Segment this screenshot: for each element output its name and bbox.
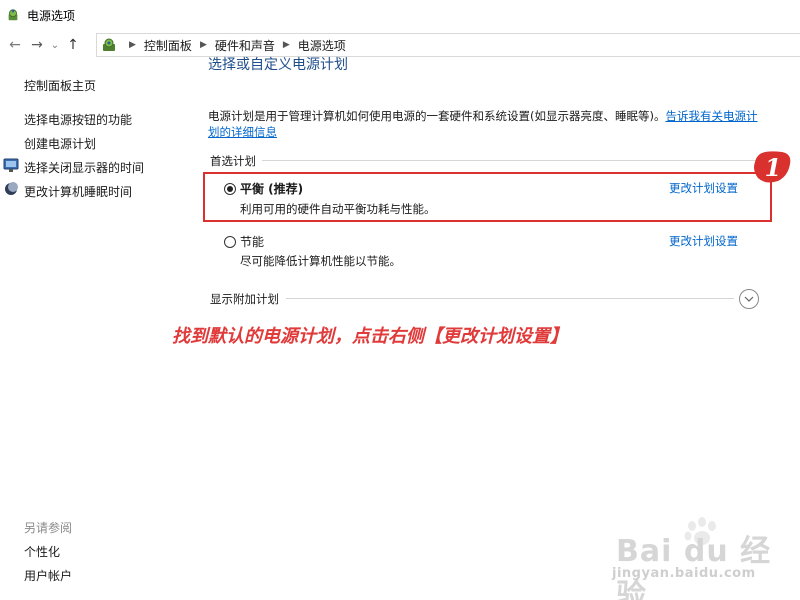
radio-power-saver[interactable] bbox=[224, 235, 236, 248]
group-divider bbox=[262, 160, 758, 161]
back-button[interactable]: ← bbox=[4, 34, 26, 56]
additional-plans-label: 显示附加计划 bbox=[210, 292, 279, 306]
plan-balanced[interactable]: 平衡 (推荐) bbox=[224, 180, 303, 197]
watermark-brand: Bai du 经验 bbox=[616, 534, 772, 600]
address-bar[interactable]: ▶ 控制面板 ▶ 硬件和声音 ▶ 电源选项 bbox=[96, 33, 800, 57]
plan-balanced-name: 平衡 (推荐) bbox=[240, 182, 304, 196]
power-options-icon bbox=[8, 9, 18, 21]
instruction-annotation: 找到默认的电源计划，点击右侧【更改计划设置】 bbox=[172, 326, 568, 347]
expand-chevron-icon bbox=[744, 296, 754, 302]
breadcrumb-separator-icon: ▶ bbox=[199, 40, 207, 50]
chevron-down-icon: ⌄ bbox=[50, 39, 60, 51]
sidebar-item-personalization[interactable]: 个性化 bbox=[24, 543, 60, 560]
breadcrumb-control-panel[interactable]: 控制面板 bbox=[144, 37, 192, 54]
breadcrumb-hardware-sound[interactable]: 硬件和声音 bbox=[215, 37, 275, 54]
see-also-heading: 另请参阅 bbox=[24, 521, 73, 535]
navigation-bar: ← → ⌄ ↑ ▶ 控制面板 ▶ 硬件和声音 ▶ 电源选项 bbox=[0, 31, 800, 59]
recent-locations-button[interactable]: ⌄ bbox=[48, 34, 62, 56]
sidebar-item-display-off[interactable]: 选择关闭显示器的时间 bbox=[24, 159, 144, 176]
back-arrow-icon: ← bbox=[9, 37, 21, 53]
control-panel-icon bbox=[103, 38, 115, 51]
page-description: 电源计划是用于管理计算机如何使用电源的一套硬件和系统设置(如显示器亮度、睡眠等)… bbox=[208, 108, 758, 140]
sidebar-item-create-plan[interactable]: 创建电源计划 bbox=[24, 135, 96, 152]
expand-additional-plans-button[interactable] bbox=[739, 289, 759, 309]
up-button[interactable]: ↑ bbox=[62, 34, 84, 56]
plan-power-saver-description: 尽可能降低计算机性能以节能。 bbox=[240, 254, 401, 268]
watermark-url: jingyan.baidu.com bbox=[612, 566, 756, 581]
plan-balanced-description: 利用可用的硬件自动平衡功耗与性能。 bbox=[240, 202, 436, 216]
description-text: 电源计划是用于管理计算机如何使用电源的一套硬件和系统设置(如显示器亮度、睡眠等)… bbox=[208, 109, 666, 123]
badge-number: 1 bbox=[764, 152, 782, 182]
forward-arrow-icon: → bbox=[31, 37, 43, 53]
breadcrumb-separator-icon: ▶ bbox=[129, 40, 136, 50]
breadcrumb-power-options[interactable]: 电源选项 bbox=[298, 37, 346, 54]
window-title: 电源选项 bbox=[27, 8, 76, 23]
page-title: 选择或自定义电源计划 bbox=[208, 57, 348, 73]
sidebar-item-power-buttons[interactable]: 选择电源按钮的功能 bbox=[24, 111, 132, 128]
change-plan-settings-balanced-link[interactable]: 更改计划设置 bbox=[669, 180, 738, 196]
up-arrow-icon: ↑ bbox=[67, 37, 79, 53]
preferred-plans-label: 首选计划 bbox=[210, 154, 256, 168]
breadcrumb-separator-icon: ▶ bbox=[282, 40, 290, 50]
display-icon bbox=[3, 158, 19, 172]
sidebar: 控制面板主页 选择电源按钮的功能 创建电源计划 选择关闭显示器的时间 更改计算机… bbox=[0, 60, 190, 600]
plan-power-saver[interactable]: 节能 bbox=[224, 233, 264, 250]
change-plan-settings-power-saver-link[interactable]: 更改计划设置 bbox=[669, 233, 738, 249]
sidebar-control-panel-home[interactable]: 控制面板主页 bbox=[24, 77, 96, 94]
plan-power-saver-name: 节能 bbox=[240, 235, 265, 249]
moon-icon bbox=[5, 182, 18, 195]
additional-plans-heading[interactable]: 显示附加计划 bbox=[210, 291, 279, 307]
sidebar-item-user-accounts[interactable]: 用户帐户 bbox=[24, 567, 72, 584]
sidebar-item-sleep-time[interactable]: 更改计算机睡眠时间 bbox=[24, 183, 132, 200]
title-bar: 电源选项 bbox=[0, 0, 800, 30]
step-number-badge: 1 bbox=[752, 150, 794, 184]
radio-balanced[interactable] bbox=[224, 182, 236, 195]
forward-button[interactable]: → bbox=[26, 34, 48, 56]
group-divider bbox=[286, 298, 734, 299]
preferred-plans-heading: 首选计划 bbox=[210, 153, 256, 169]
